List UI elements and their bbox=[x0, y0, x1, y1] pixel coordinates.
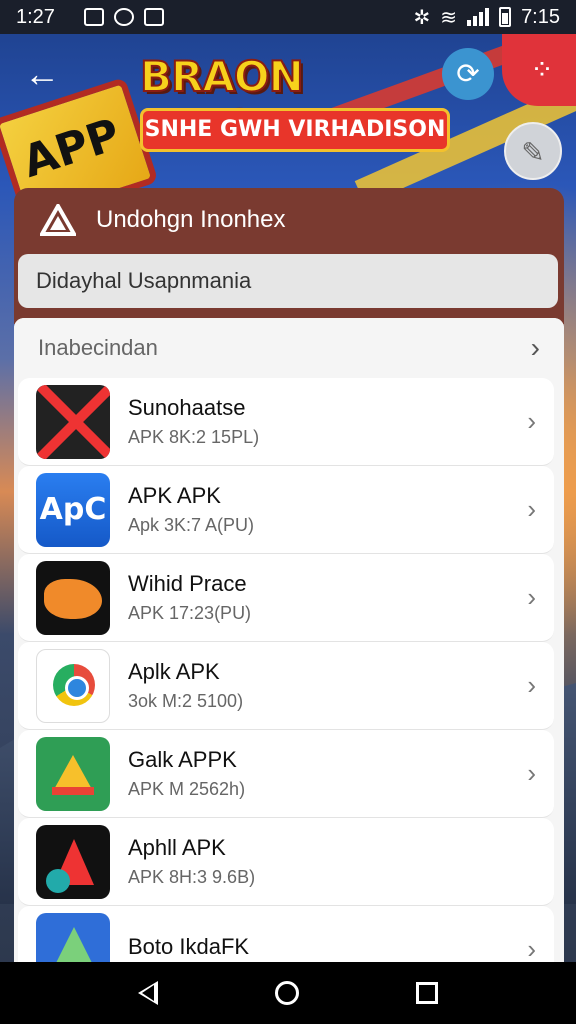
chevron-right-icon: › bbox=[527, 670, 536, 700]
app-meta: Apk 3K:7 A(PU) bbox=[128, 515, 255, 535]
app-meta: APK 17:23(PU) bbox=[128, 603, 252, 623]
list-item[interactable]: Boto IkdaFK › bbox=[18, 906, 554, 964]
fire-icon bbox=[36, 560, 110, 635]
status-time: 1:27 bbox=[16, 5, 55, 28]
app-name: Aplk APK bbox=[128, 659, 220, 684]
nav-back-icon[interactable] bbox=[138, 981, 159, 1005]
share-icon[interactable]: ⁘ bbox=[502, 34, 576, 106]
warning-icon bbox=[40, 204, 76, 236]
list-item[interactable]: Wihid Prace APK 17:23(PU) › bbox=[18, 554, 554, 642]
section-header[interactable]: Inabecindan › bbox=[14, 318, 564, 378]
status-right: ✲ ≋ 7:15 bbox=[414, 5, 560, 30]
install-panel: Undohgn Inonhex bbox=[14, 188, 564, 324]
app-list: Inabecindan › Sunohaatse APK 8K:2 15PL) … bbox=[14, 318, 564, 964]
nav-recents-icon[interactable] bbox=[415, 982, 438, 1004]
battery-icon bbox=[499, 7, 512, 27]
app-art-text: APP bbox=[16, 109, 127, 188]
app-meta: APK 8H:3 9.6B) bbox=[128, 867, 256, 887]
mountain-icon bbox=[36, 912, 110, 964]
notification-icons bbox=[84, 8, 164, 26]
banner-subtitle: SNHE GWH VIRHADISON bbox=[140, 108, 450, 152]
status-bar: 1:27 ✲ ≋ 7:15 bbox=[0, 0, 576, 34]
chevron-right-icon: › bbox=[527, 406, 536, 436]
chevron-right-icon: › bbox=[527, 494, 536, 524]
flag-cross-icon bbox=[36, 384, 110, 459]
app-name: Sunohaatse bbox=[128, 395, 246, 420]
apc-icon: ApC bbox=[36, 472, 110, 547]
chevron-right-icon: › bbox=[527, 934, 536, 964]
list-item[interactable]: Aphll APK APK 8H:3 9.6B) bbox=[18, 818, 554, 906]
list-item[interactable]: Aplk APK 3ok M:2 5100) › bbox=[18, 642, 554, 730]
app-meta: 3ok M:2 5100) bbox=[128, 691, 244, 711]
triangle-icon bbox=[36, 824, 110, 899]
app-name: Galk APPK bbox=[128, 747, 237, 772]
camera-notification-icon bbox=[114, 8, 134, 26]
image-notification-icon bbox=[84, 8, 104, 26]
system-nav-bar bbox=[0, 962, 576, 1024]
app-name: Aphll APK bbox=[128, 835, 226, 860]
nav-home-icon[interactable] bbox=[274, 981, 299, 1005]
list-item[interactable]: Galk APPK APK M 2562h) › bbox=[18, 730, 554, 818]
drive-icon bbox=[36, 736, 110, 811]
wifi-icon: ≋ bbox=[440, 6, 458, 29]
back-arrow-icon[interactable]: ← bbox=[20, 54, 64, 98]
chevron-right-icon: › bbox=[530, 332, 540, 363]
app-meta: APK M 2562h) bbox=[128, 779, 246, 799]
app-meta: APK 8K:2 15PL) bbox=[128, 427, 260, 447]
search-input[interactable] bbox=[18, 254, 558, 308]
tool-icon[interactable]: ✎ bbox=[504, 122, 562, 180]
status-time-right: 7:15 bbox=[521, 5, 560, 28]
sync-icon[interactable]: ⟳ bbox=[442, 48, 494, 100]
app-name: Wihid Prace bbox=[128, 571, 247, 596]
chevron-right-icon: › bbox=[527, 758, 536, 788]
panel-title-row: Undohgn Inonhex bbox=[14, 188, 564, 252]
header-banner: ← APP BRAON AINGAY SNHE GWH VIRHADISON ⟳… bbox=[0, 34, 576, 225]
gallery-notification-icon bbox=[144, 8, 164, 26]
app-name: APK APK bbox=[128, 483, 221, 508]
section-label: Inabecindan bbox=[38, 335, 158, 360]
list-item[interactable]: Sunohaatse APK 8K:2 15PL) › bbox=[18, 378, 554, 466]
chevron-right-icon: › bbox=[527, 582, 536, 612]
alarm-icon: ✲ bbox=[413, 6, 431, 29]
list-item[interactable]: ApC APK APK Apk 3K:7 A(PU) › bbox=[18, 466, 554, 554]
app-name: Boto IkdaFK bbox=[128, 933, 250, 959]
panel-title: Undohgn Inonhex bbox=[96, 206, 286, 233]
chrome-icon bbox=[36, 648, 110, 723]
signal-icon bbox=[467, 8, 490, 26]
